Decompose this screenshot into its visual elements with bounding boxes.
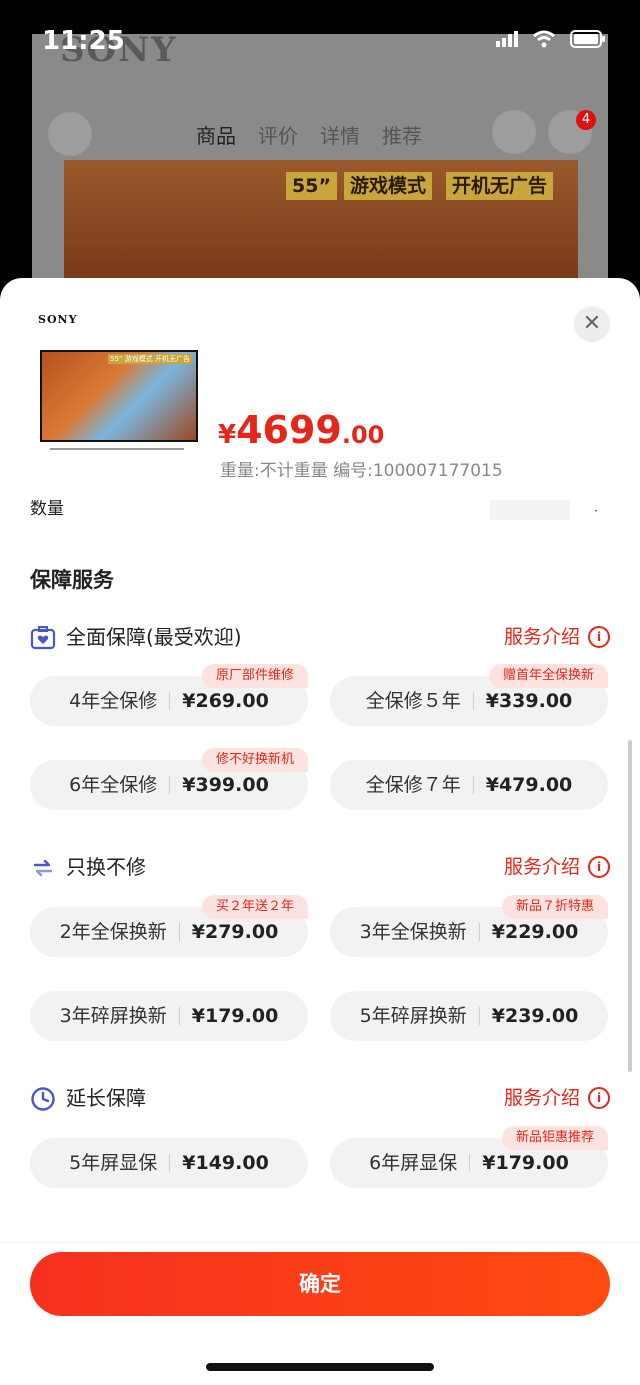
service-intro-link[interactable]: 服务介绍 i [504, 1083, 610, 1113]
tab-product[interactable]: 商品 [196, 120, 236, 149]
status-icons [496, 30, 606, 48]
option-name: 4年全保修 [69, 692, 171, 711]
tab-reviews[interactable]: 评价 [258, 120, 298, 149]
wifi-icon [533, 30, 555, 48]
option-5yr-full-repair[interactable]: 全保修５年 ¥339.00 赠首年全保换新 [330, 664, 608, 726]
tab-details[interactable]: 详情 [320, 120, 360, 149]
option-5yr-screen-warranty[interactable]: 5年屏显保 ¥149.00 [30, 1138, 308, 1188]
option-2yr-replace[interactable]: 2年全保换新 ¥279.00 买２年送２年 [30, 895, 308, 957]
service-intro-link[interactable]: 服务介绍 i [504, 852, 610, 882]
option-name: 3年全保换新 [360, 923, 480, 942]
option-name: 5年碎屏换新 [360, 1007, 480, 1026]
option-tag: 修不好换新机 [201, 748, 308, 772]
banner-tag: 开机无广告 [446, 172, 554, 200]
option-3yr-replace[interactable]: 3年全保换新 ¥229.00 新品７折特惠 [330, 895, 608, 957]
service-intro-label: 服务介绍 [503, 626, 580, 648]
battery-icon [570, 30, 605, 48]
group-header-replace-only: 只换不修 服务介绍 i [30, 852, 610, 882]
swap-icon [33, 859, 53, 877]
option-name: 全保修７年 [366, 776, 474, 795]
product-image-tags: 55” 游戏模式 开机无广告 [108, 354, 192, 364]
close-icon[interactable]: ✕ [574, 306, 610, 342]
confirm-button[interactable]: 确定 [30, 1252, 610, 1316]
option-tag: 原厂部件维修 [201, 664, 308, 688]
tab-recommend[interactable]: 推荐 [382, 120, 422, 149]
option-price: ¥339.00 [485, 690, 573, 712]
option-name: 6年屏显保 [369, 1154, 471, 1173]
option-name: 6年全保修 [69, 776, 171, 795]
price-symbol: ¥ [218, 420, 237, 450]
group-name: 全面保障(最受欢迎) [66, 625, 242, 649]
tv-stand [50, 440, 184, 450]
option-7yr-full-repair[interactable]: 全保修７年 ¥479.00 [330, 760, 608, 810]
scrollbar[interactable] [628, 740, 632, 1072]
quantity-row: 数量 · [30, 500, 610, 520]
banner-tag: 55” [286, 172, 337, 200]
option-price: ¥229.00 [491, 921, 579, 943]
status-time: 11:25 [42, 26, 125, 56]
option-tag: 新品钜惠推荐 [501, 1126, 608, 1150]
share-button[interactable] [492, 110, 536, 154]
option-price: ¥239.00 [491, 1005, 579, 1027]
quantity-label: 数量 [30, 500, 64, 519]
option-price: ¥149.00 [182, 1152, 269, 1174]
option-name: 全保修５年 [366, 692, 474, 711]
option-tag: 赠首年全保换新 [488, 664, 608, 688]
info-icon: i [588, 626, 610, 648]
background-tabs: 商品 评价 详情 推荐 [196, 120, 422, 149]
clock-icon [31, 1087, 55, 1111]
option-5yr-screen[interactable]: 5年碎屏换新 ¥239.00 [330, 991, 608, 1041]
option-3yr-screen[interactable]: 3年碎屏换新 ¥179.00 [30, 991, 308, 1041]
divider [0, 1242, 640, 1243]
option-tag: 买２年送２年 [201, 895, 308, 919]
option-tag: 新品７折特惠 [501, 895, 608, 919]
status-bar: 11:25 [0, 0, 640, 80]
quantity-stepper[interactable] [490, 500, 570, 520]
plus-icon[interactable]: · [594, 504, 598, 518]
option-6yr-full-repair[interactable]: 6年全保修 ¥399.00 修不好换新机 [30, 748, 308, 810]
option-price: ¥269.00 [182, 690, 269, 712]
notification-badge: 4 [576, 110, 596, 130]
service-intro-link[interactable]: 服务介绍 i [504, 622, 610, 652]
price-decimal: .00 [341, 421, 385, 449]
service-intro-label: 服务介绍 [503, 1087, 580, 1109]
background-banner: 55” 游戏模式 开机无广告 [64, 160, 578, 278]
option-name: 2年全保换新 [60, 923, 180, 942]
option-price: ¥479.00 [485, 774, 573, 796]
option-name: 3年碎屏换新 [60, 1007, 180, 1026]
group-header-full-coverage: 全面保障(最受欢迎) 服务介绍 i [30, 622, 610, 652]
service-intro-label: 服务介绍 [503, 856, 580, 878]
shield-heart-icon [30, 626, 56, 650]
option-price: ¥279.00 [191, 921, 279, 943]
section-title: 保障服务 [30, 568, 114, 592]
info-icon: i [588, 856, 610, 878]
option-4yr-full-repair[interactable]: 4年全保修 ¥269.00 原厂部件维修 [30, 664, 308, 726]
option-price: ¥399.00 [182, 774, 269, 796]
banner-tag: 游戏模式 [344, 172, 433, 200]
option-6yr-screen-warranty[interactable]: 6年屏显保 ¥179.00 新品钜惠推荐 [330, 1126, 608, 1188]
option-price: ¥179.00 [191, 1005, 279, 1027]
group-header-extended: 延长保障 服务介绍 i [30, 1083, 610, 1113]
product-thumbnail: 55” 游戏模式 开机无广告 [36, 350, 198, 450]
home-indicator[interactable] [206, 1363, 434, 1371]
service-sheet: SONY ✕ 55” 游戏模式 开机无广告 ¥4699.00 重量:不计重量 编… [0, 278, 640, 1385]
group-name: 只换不修 [66, 855, 146, 879]
group-name: 延长保障 [66, 1086, 146, 1110]
signal-icon [496, 31, 518, 47]
product-price: ¥4699.00 [218, 408, 384, 452]
back-button[interactable] [48, 112, 92, 156]
info-icon: i [588, 1087, 610, 1109]
product-meta: 重量:不计重量 编号:100007177015 [220, 461, 503, 481]
product-image: 55” 游戏模式 开机无广告 [40, 350, 198, 442]
brand-logo: SONY [38, 313, 78, 326]
option-price: ¥179.00 [482, 1152, 569, 1174]
price-integer: 4699 [236, 408, 342, 452]
option-name: 5年屏显保 [69, 1154, 171, 1173]
